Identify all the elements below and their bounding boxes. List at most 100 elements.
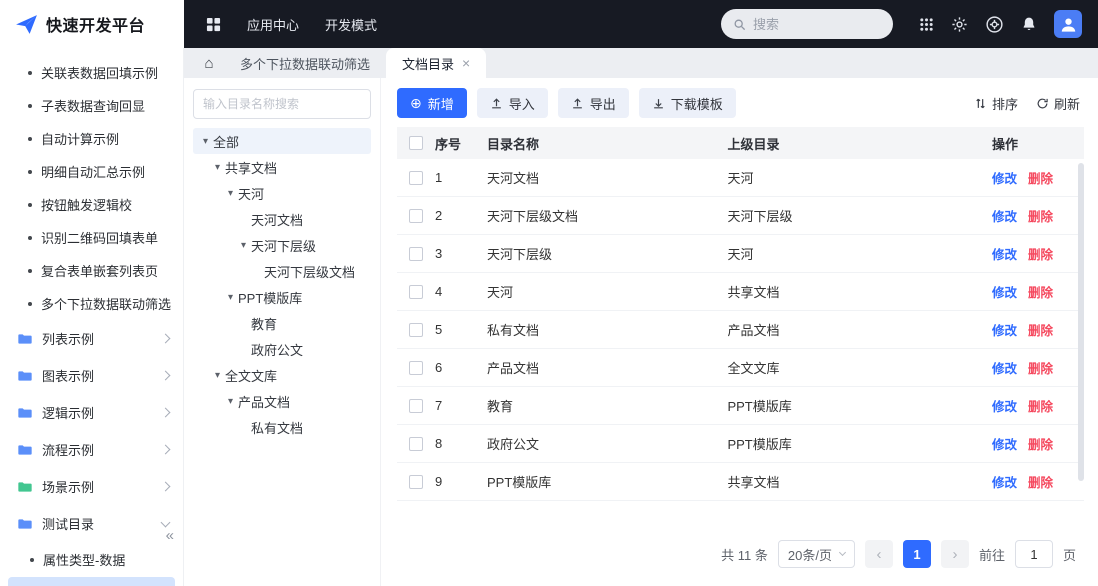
sidebar-folder-list-examples[interactable]: 列表示例	[0, 320, 183, 357]
chevron-down-icon[interactable]: ▾	[210, 162, 225, 173]
edit-link[interactable]: 修改	[992, 244, 1017, 263]
row-checkbox[interactable]	[409, 398, 423, 413]
sidebar-link-item[interactable]: 复合表单嵌套列表页	[0, 254, 183, 287]
table-row: 6 产品文档 全文文库 修改 删除	[397, 349, 1084, 387]
delete-link[interactable]: 删除	[1028, 320, 1053, 339]
settings-circle-icon[interactable]	[985, 15, 1004, 34]
sidebar-item-attr-type-data[interactable]: 属性类型-数据	[8, 543, 175, 576]
download-template-button[interactable]: 下载模板	[638, 88, 736, 118]
row-checkbox[interactable]	[409, 284, 423, 299]
sidebar-folder-chart-examples[interactable]: 图表示例	[0, 357, 183, 394]
edit-link[interactable]: 修改	[992, 358, 1017, 377]
tree-node[interactable]: ▾ 天河	[193, 180, 371, 206]
global-search-input[interactable]	[753, 16, 873, 32]
delete-link[interactable]: 删除	[1028, 206, 1053, 225]
sidebar-link-item[interactable]: 关联表数据回填示例	[0, 56, 183, 89]
chevron-down-icon[interactable]: ▾	[210, 370, 225, 381]
tree-search-input[interactable]	[193, 89, 371, 119]
page-1-button[interactable]: 1	[902, 540, 931, 568]
select-all-checkbox[interactable]	[409, 136, 423, 150]
tab-multi-dropdown-filter[interactable]: 多个下拉数据联动筛选	[224, 48, 386, 78]
chevron-down-icon[interactable]: ▾	[198, 136, 213, 147]
export-button[interactable]: 导出	[557, 88, 629, 118]
tree-node[interactable]: 教育	[193, 310, 371, 336]
global-search[interactable]	[721, 9, 893, 39]
delete-link[interactable]: 删除	[1028, 168, 1053, 187]
delete-link[interactable]: 删除	[1028, 434, 1053, 453]
import-button[interactable]: 导入	[476, 88, 548, 118]
sidebar-folder-flow-examples[interactable]: 流程示例	[0, 431, 183, 468]
sort-button[interactable]: 排序	[970, 88, 1022, 118]
row-checkbox[interactable]	[409, 246, 423, 261]
sidebar-item-document-directory[interactable]: 文档目录	[8, 577, 175, 586]
gear-icon[interactable]	[951, 16, 968, 33]
edit-link[interactable]: 修改	[992, 320, 1017, 339]
tree-node[interactable]: ▾ 全部	[193, 128, 371, 154]
bullet-icon	[28, 169, 32, 174]
tree-node[interactable]: 天河下层级文档	[193, 258, 371, 284]
home-icon[interactable]: ⌂	[194, 48, 224, 78]
sidebar-link-item[interactable]: 按钮触发逻辑校	[0, 188, 183, 221]
chevron-down-icon[interactable]: ▾	[223, 292, 238, 303]
bell-icon[interactable]	[1021, 16, 1037, 32]
sidebar-link-item[interactable]: 多个下拉数据联动筛选	[0, 287, 183, 320]
edit-link[interactable]: 修改	[992, 434, 1017, 453]
topbar-icons	[919, 10, 1082, 38]
sidebar-link-item[interactable]: 识别二维码回填表单	[0, 221, 183, 254]
collapse-sidebar-icon[interactable]: «	[166, 527, 174, 544]
download-icon	[652, 97, 665, 110]
next-page-button[interactable]: ›	[940, 540, 969, 568]
sidebar-folder-scene-examples[interactable]: 场景示例	[0, 468, 183, 505]
chevron-down-icon[interactable]: ▾	[223, 396, 238, 407]
sidebar-link-item[interactable]: 自动计算示例	[0, 122, 183, 155]
tree-node[interactable]: ▾ PPT模版库	[193, 284, 371, 310]
row-checkbox[interactable]	[409, 436, 423, 451]
menu-app-center[interactable]: 应用中心	[247, 15, 299, 34]
edit-link[interactable]: 修改	[992, 168, 1017, 187]
table-row: 1 天河文档 天河 修改 删除	[397, 159, 1084, 197]
tree-node[interactable]: ▾ 产品文档	[193, 388, 371, 414]
delete-link[interactable]: 删除	[1028, 244, 1053, 263]
tree-node[interactable]: 政府公文	[193, 336, 371, 362]
sidebar-link-item[interactable]: 子表数据查询回显	[0, 89, 183, 122]
delete-link[interactable]: 删除	[1028, 396, 1053, 415]
tab-document-directory[interactable]: 文档目录 ×	[386, 48, 487, 78]
edit-link[interactable]: 修改	[992, 206, 1017, 225]
goto-page-input[interactable]	[1014, 540, 1053, 568]
tree-node[interactable]: 天河文档	[193, 206, 371, 232]
logo-area[interactable]: 快速开发平台	[0, 0, 184, 48]
tree-node[interactable]: 私有文档	[193, 414, 371, 440]
row-checkbox[interactable]	[409, 360, 423, 375]
sidebar-link-item[interactable]: 明细自动汇总示例	[0, 155, 183, 188]
grid-menu-icon[interactable]	[919, 17, 934, 32]
chevron-right-icon	[160, 481, 171, 492]
sidebar-folder-test-directory[interactable]: 测试目录	[0, 505, 183, 542]
row-checkbox[interactable]	[409, 322, 423, 337]
avatar[interactable]	[1054, 10, 1082, 38]
edit-link[interactable]: 修改	[992, 472, 1017, 491]
prev-page-button[interactable]: ‹	[864, 540, 893, 568]
row-checkbox[interactable]	[409, 170, 423, 185]
table-scrollbar[interactable]	[1078, 163, 1084, 481]
close-icon[interactable]: ×	[462, 56, 470, 70]
apps-grid-icon[interactable]	[206, 17, 221, 32]
edit-link[interactable]: 修改	[992, 282, 1017, 301]
tree-node[interactable]: ▾ 全文文库	[193, 362, 371, 388]
delete-link[interactable]: 删除	[1028, 472, 1053, 491]
sidebar-folder-logic-examples[interactable]: 逻辑示例	[0, 394, 183, 431]
chevron-down-icon[interactable]: ▾	[223, 188, 238, 199]
page-size-select[interactable]: 20条/页	[777, 540, 855, 568]
tree-node[interactable]: ▾ 天河下层级	[193, 232, 371, 258]
sort-icon	[974, 97, 987, 110]
row-checkbox[interactable]	[409, 474, 423, 489]
row-checkbox[interactable]	[409, 208, 423, 223]
tree-node[interactable]: ▾ 共享文档	[193, 154, 371, 180]
chevron-down-icon[interactable]: ▾	[236, 240, 251, 251]
add-button[interactable]: ⊕ 新增	[397, 88, 467, 118]
refresh-button[interactable]: 刷新	[1032, 88, 1084, 118]
app-title: 快速开发平台	[46, 18, 146, 35]
menu-dev-mode[interactable]: 开发模式	[325, 15, 377, 34]
edit-link[interactable]: 修改	[992, 396, 1017, 415]
delete-link[interactable]: 删除	[1028, 282, 1053, 301]
delete-link[interactable]: 删除	[1028, 358, 1053, 377]
